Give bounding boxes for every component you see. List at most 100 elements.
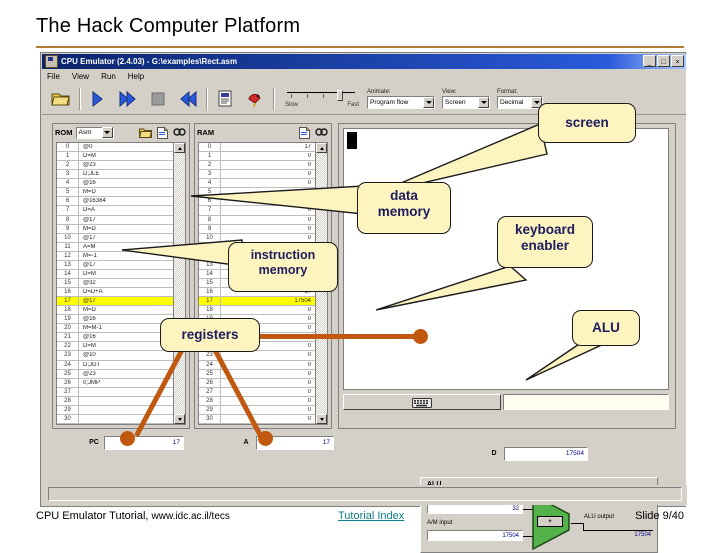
registers-connector-dot-mid bbox=[258, 431, 273, 446]
table-row[interactable]: 17 17504 bbox=[199, 297, 315, 307]
open-file-button[interactable] bbox=[48, 87, 74, 111]
single-step-button[interactable] bbox=[85, 87, 111, 111]
speed-slider[interactable]: Slow Fast bbox=[285, 89, 359, 108]
table-row[interactable]: 10 bbox=[199, 152, 315, 162]
table-row[interactable]: 17 @17 bbox=[57, 297, 173, 307]
row-value: @10 bbox=[83, 352, 96, 359]
table-row[interactable]: 29 0 bbox=[199, 405, 315, 415]
table-row[interactable]: 30 bbox=[199, 170, 315, 180]
callout-registers-text: registers bbox=[181, 327, 239, 342]
table-row[interactable]: 8 @17 bbox=[57, 215, 173, 225]
slider-thumb[interactable] bbox=[337, 90, 343, 101]
animate-combo[interactable]: Program flow bbox=[367, 95, 435, 109]
callout-keyboard-enabler-leader bbox=[375, 265, 528, 311]
table-row[interactable]: 6 @16384 bbox=[57, 197, 173, 207]
format-combo-value: Decimal bbox=[500, 98, 524, 106]
menu-view[interactable]: View bbox=[72, 72, 89, 81]
view-combo[interactable]: Screen bbox=[442, 95, 490, 109]
format-combo[interactable]: Decimal bbox=[497, 95, 543, 109]
table-row[interactable]: 20 M=M-1 bbox=[57, 324, 173, 334]
table-row[interactable]: 26 0;JMP bbox=[57, 378, 173, 388]
view-combo-group: View: Screen bbox=[442, 89, 490, 109]
table-row[interactable]: 19 @16 bbox=[57, 315, 173, 325]
speed-slider-track[interactable] bbox=[285, 90, 359, 101]
table-row[interactable]: 9 M=D bbox=[57, 224, 173, 234]
chevron-down-icon[interactable] bbox=[101, 127, 113, 138]
rewind-button[interactable] bbox=[175, 87, 201, 111]
rom-scrollbar[interactable] bbox=[173, 143, 185, 424]
chevron-down-icon[interactable] bbox=[423, 96, 434, 108]
table-row[interactable]: 24 D;JGT bbox=[57, 360, 173, 370]
rom-load-button[interactable] bbox=[138, 126, 153, 140]
d-register-value[interactable]: 17504 bbox=[504, 446, 588, 461]
chevron-down-icon[interactable] bbox=[478, 96, 489, 108]
stop-square-icon bbox=[151, 92, 165, 105]
table-row[interactable]: 25 @23 bbox=[57, 369, 173, 379]
table-row[interactable]: 30 bbox=[57, 414, 173, 424]
speed-labels: Slow Fast bbox=[285, 102, 359, 108]
table-row[interactable]: 27 0 bbox=[199, 387, 315, 397]
pc-register-label: PC bbox=[89, 439, 99, 446]
table-row[interactable]: 7 D=A bbox=[57, 206, 173, 216]
table-row[interactable]: 25 0 bbox=[199, 369, 315, 379]
menu-run[interactable]: Run bbox=[101, 72, 116, 81]
table-row[interactable]: 16 D=D+A bbox=[57, 288, 173, 298]
script-button[interactable] bbox=[212, 87, 238, 111]
scroll-down-icon[interactable] bbox=[316, 414, 327, 424]
row-value: @23 bbox=[83, 370, 96, 377]
rom-clear-button[interactable] bbox=[155, 126, 170, 140]
table-row[interactable]: 0 17 bbox=[199, 143, 315, 153]
table-row[interactable]: 3 D;JLE bbox=[57, 170, 173, 180]
table-row[interactable]: 2 @23 bbox=[57, 161, 173, 171]
animate-combo-group: Animate: Program flow bbox=[367, 89, 435, 109]
window-titlebar: CPU Emulator (2.4.03) - G:\examples\Rect… bbox=[42, 54, 686, 69]
table-row[interactable]: 29 bbox=[57, 405, 173, 415]
table-row[interactable]: 18 0 bbox=[199, 306, 315, 316]
close-button[interactable]: × bbox=[671, 55, 684, 67]
ram-find-button[interactable] bbox=[314, 126, 329, 140]
table-row[interactable]: 1 D=M bbox=[57, 152, 173, 162]
slide-number: Slide 9/40 bbox=[635, 510, 684, 522]
rom-find-button[interactable] bbox=[172, 126, 187, 140]
table-row[interactable]: 5 M=D bbox=[57, 188, 173, 198]
table-row[interactable]: 23 @10 bbox=[57, 351, 173, 361]
table-row[interactable]: 90 bbox=[199, 224, 315, 234]
table-row[interactable]: 21 @16 bbox=[57, 333, 173, 343]
table-row[interactable]: 4 @16 bbox=[57, 179, 173, 189]
row-value: @16 bbox=[83, 316, 96, 323]
scroll-up-icon[interactable] bbox=[316, 143, 327, 153]
row-address: 9 bbox=[57, 224, 79, 233]
row-address: 0 bbox=[57, 143, 79, 152]
table-row[interactable]: 26 0 bbox=[199, 378, 315, 388]
maximize-button[interactable]: □ bbox=[657, 55, 670, 67]
table-row[interactable]: 0 @0 bbox=[57, 143, 173, 153]
table-row[interactable]: 18 M=D bbox=[57, 306, 173, 316]
ram-clear-button[interactable] bbox=[297, 126, 312, 140]
table-row[interactable]: 20 bbox=[199, 161, 315, 171]
breakpoints-button[interactable] bbox=[242, 87, 268, 111]
row-address: 18 bbox=[199, 306, 221, 315]
scroll-down-icon[interactable] bbox=[174, 414, 185, 424]
menu-help[interactable]: Help bbox=[128, 72, 144, 81]
rom-format-combo[interactable]: Asm bbox=[75, 126, 114, 139]
row-value: @16 bbox=[83, 180, 96, 187]
rom-rows[interactable]: 0 @0 1 D=M 2 @23 3 D;JLE 4 @16 5 M=D 6 @16384 7 D=A 8 @17… bbox=[57, 143, 173, 424]
menu-file[interactable]: File bbox=[47, 72, 60, 81]
row-address: 30 bbox=[199, 414, 221, 423]
row-address: 11 bbox=[57, 242, 79, 251]
tutorial-index-link[interactable]: Tutorial Index bbox=[338, 510, 404, 522]
keyboard-enabler-button[interactable] bbox=[343, 394, 501, 410]
keyboard-input-field[interactable] bbox=[503, 394, 669, 410]
stop-button[interactable] bbox=[145, 87, 171, 111]
minimize-button[interactable]: _ bbox=[643, 55, 656, 67]
row-value: @0 bbox=[83, 144, 93, 151]
scroll-up-icon[interactable] bbox=[174, 143, 185, 153]
table-row[interactable]: 30 0 bbox=[199, 414, 315, 424]
table-row[interactable]: 15 @32 bbox=[57, 278, 173, 288]
pc-register-value[interactable]: 17 bbox=[104, 435, 184, 450]
table-row[interactable]: 28 0 bbox=[199, 396, 315, 406]
table-row[interactable]: 22 D=M bbox=[57, 342, 173, 352]
row-address: 22 bbox=[57, 342, 79, 351]
run-button[interactable] bbox=[115, 87, 141, 111]
table-row[interactable]: 24 0 bbox=[199, 360, 315, 370]
